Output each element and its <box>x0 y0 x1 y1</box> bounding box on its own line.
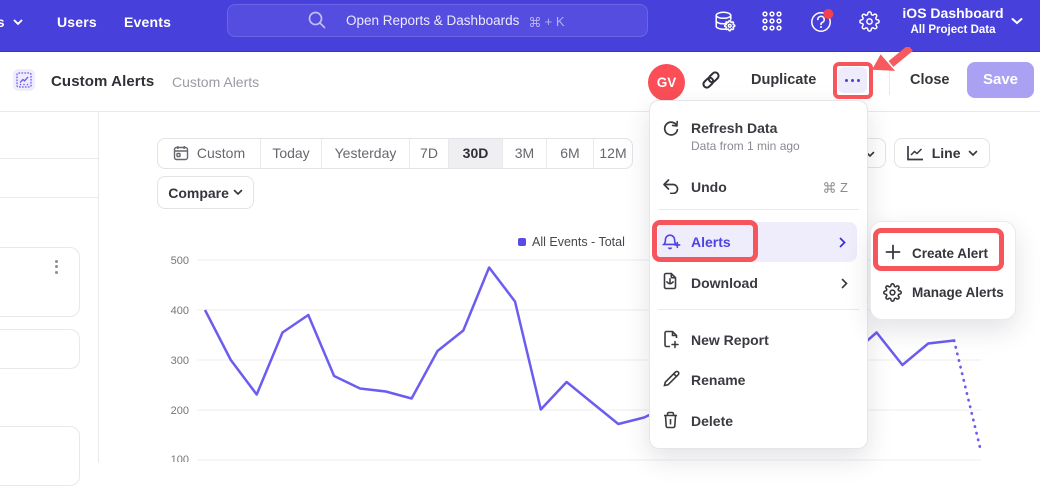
svg-text:200: 200 <box>171 405 189 417</box>
svg-text:100: 100 <box>171 454 189 462</box>
svg-text:500: 500 <box>171 255 189 267</box>
svg-text:300: 300 <box>171 355 189 367</box>
svg-text:All Events - Total: All Events - Total <box>532 235 625 249</box>
svg-text:400: 400 <box>171 305 189 317</box>
